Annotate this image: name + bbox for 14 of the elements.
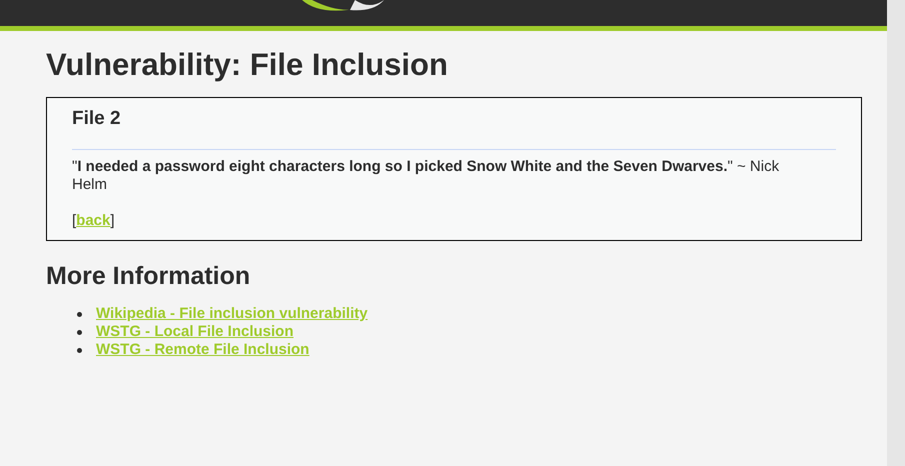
bullet-icon (77, 330, 82, 334)
reference-link[interactable]: WSTG - Local File Inclusion (96, 323, 294, 341)
section-heading: More Information (46, 261, 252, 291)
back-link[interactable]: back (76, 212, 110, 229)
file-heading: File 2 (72, 107, 122, 131)
reference-link[interactable]: WSTG - Remote File Inclusion (96, 341, 310, 359)
page-title: Vulnerability: File Inclusion (46, 47, 449, 83)
bracket-text: ] (110, 212, 115, 229)
bullet-icon (77, 312, 82, 316)
scrollbar[interactable] (887, 0, 905, 466)
bullet-icon (77, 348, 82, 352)
quote-text: "I needed a password eight characters long so I picked Snow White and the Seven Dwarves." ~ Nick Helm (72, 158, 780, 194)
reference-link[interactable]: Wikipedia - File inclusion vulnerability (96, 305, 368, 323)
bracket-text: [ (72, 212, 76, 229)
